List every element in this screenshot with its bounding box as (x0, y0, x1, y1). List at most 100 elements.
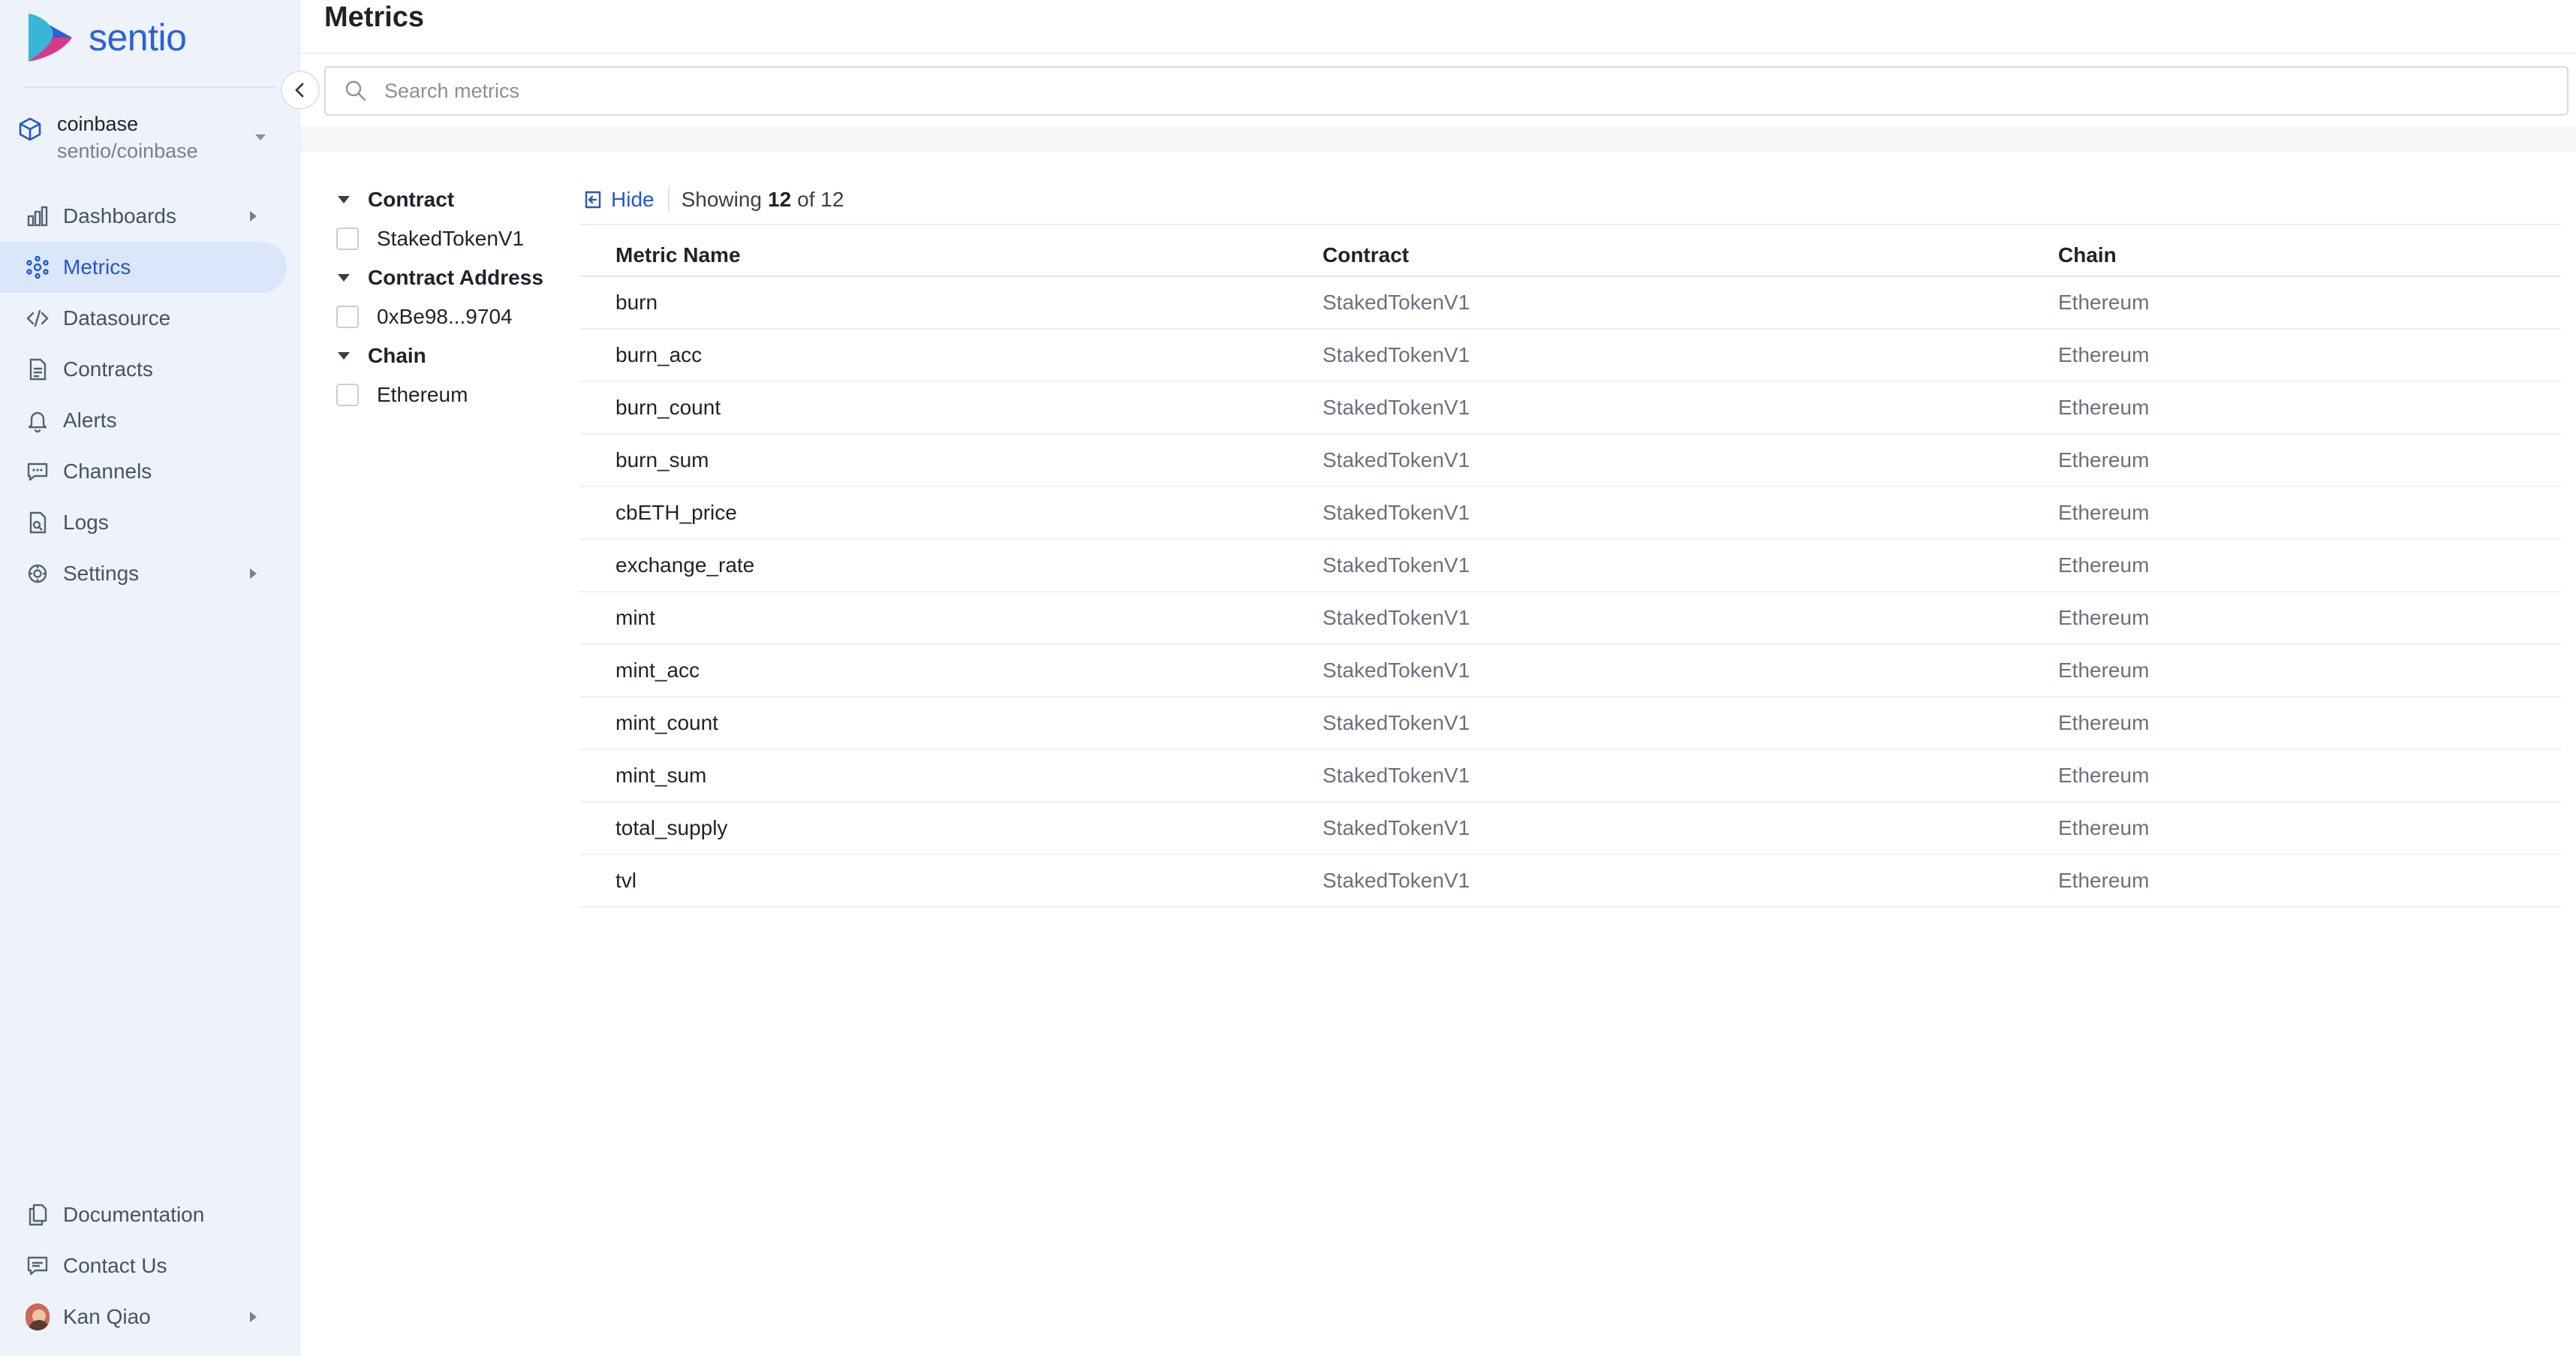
project-selector[interactable]: coinbase sentio/coinbase (17, 110, 267, 167)
checkbox[interactable] (336, 228, 359, 250)
results-count: Showing 12 of 12 (682, 188, 844, 212)
sidebar-item-channels[interactable]: Channels (0, 446, 300, 497)
showing-prefix: Showing (681, 188, 762, 211)
sidebar-item-label: Alerts (63, 408, 117, 432)
metric-name-cell: mint (579, 592, 1323, 645)
sidebar-item-contact-us[interactable]: Contact Us (0, 1240, 300, 1291)
results-toolbar: Hide Showing 12 of 12 (579, 177, 2576, 222)
message-icon (26, 1254, 50, 1278)
facet-header-contract[interactable]: Contract (336, 180, 561, 219)
contract-cell: StakedTokenV1 (1323, 644, 2058, 698)
page-title: Metrics (324, 2, 425, 33)
table-row[interactable]: exchange_rate StakedTokenV1 Ethereum (579, 539, 2561, 592)
metric-name-cell: burn (579, 276, 1323, 330)
table-row[interactable]: burn_acc StakedTokenV1 Ethereum (579, 329, 2561, 382)
caret-down-icon (338, 196, 350, 203)
sidebar-item-contracts[interactable]: Contracts (0, 344, 300, 395)
metric-name-cell: burn_sum (579, 434, 1323, 487)
sidebar: sentio coinbase sentio/coinbase Dashboar… (0, 0, 300, 1356)
bar-chart-icon (26, 204, 50, 228)
sidebar-nav: Dashboards Metrics Datasource Contracts … (0, 191, 300, 599)
caret-down-icon (338, 352, 350, 360)
sidebar-item-logs[interactable]: Logs (0, 497, 300, 548)
sentio-logo-icon (29, 14, 72, 62)
sidebar-item-documentation[interactable]: Documentation (0, 1189, 300, 1240)
chain-cell: Ethereum (2058, 697, 2561, 750)
chat-bubble-icon (26, 460, 50, 484)
metric-name-cell: cbETH_price (579, 487, 1323, 540)
gear-icon (26, 562, 50, 586)
search-input[interactable] (384, 79, 2486, 103)
facet-option-label: StakedTokenV1 (377, 227, 525, 250)
contract-cell: StakedTokenV1 (1323, 539, 2058, 592)
collapse-sidebar-button[interactable] (281, 71, 320, 110)
facet-header-contract-address[interactable]: Contract Address (336, 258, 561, 297)
table-row[interactable]: burn StakedTokenV1 Ethereum (579, 276, 2561, 330)
facet-title: Contract Address (368, 266, 543, 289)
table-row[interactable]: burn_count StakedTokenV1 Ethereum (579, 381, 2561, 435)
total-count: of 12 (797, 188, 844, 211)
column-header-contract[interactable]: Contract (1323, 234, 2058, 277)
table-row[interactable]: cbETH_price StakedTokenV1 Ethereum (579, 487, 2561, 540)
contract-cell: StakedTokenV1 (1323, 329, 2058, 382)
metric-name-cell: mint_count (579, 697, 1323, 750)
sidebar-item-metrics[interactable]: Metrics (0, 242, 287, 293)
metric-name-cell: mint_acc (579, 644, 1323, 698)
cube-icon (19, 117, 41, 141)
metric-name-cell: tvl (579, 854, 1323, 908)
sidebar-item-settings[interactable]: Settings (0, 548, 300, 599)
sidebar-item-dashboards[interactable]: Dashboards (0, 191, 300, 242)
chain-cell: Ethereum (2058, 592, 2561, 645)
chain-cell: Ethereum (2058, 329, 2561, 382)
column-header-chain[interactable]: Chain (2058, 234, 2561, 277)
sidebar-item-alerts[interactable]: Alerts (0, 395, 300, 446)
chain-cell: Ethereum (2058, 854, 2561, 908)
chain-cell: Ethereum (2058, 487, 2561, 540)
contract-cell: StakedTokenV1 (1323, 434, 2058, 487)
chain-cell: Ethereum (2058, 434, 2561, 487)
hide-filters-button[interactable]: Hide (579, 186, 670, 213)
panel-hide-icon (585, 191, 601, 209)
metric-name-cell: mint_sum (579, 749, 1323, 803)
metric-name-cell: exchange_rate (579, 539, 1323, 592)
sidebar-item-label: Datasource (63, 306, 171, 330)
column-header-metric-name[interactable]: Metric Name (579, 234, 1323, 277)
table-row[interactable]: total_supply StakedTokenV1 Ethereum (579, 802, 2561, 855)
facet-option-label: Ethereum (377, 383, 468, 406)
facet-option-ethereum[interactable]: Ethereum (336, 375, 561, 414)
checkbox[interactable] (336, 384, 359, 406)
chain-cell: Ethereum (2058, 802, 2561, 855)
brand-logo[interactable]: sentio (23, 8, 187, 68)
facet-option-address[interactable]: 0xBe98...9704 (336, 297, 561, 336)
log-file-icon (26, 511, 50, 535)
chain-cell: Ethereum (2058, 749, 2561, 803)
app-window: sentio coinbase sentio/coinbase Dashboar… (0, 0, 2576, 1356)
caret-down-icon (338, 274, 350, 282)
table-row[interactable]: mint StakedTokenV1 Ethereum (579, 592, 2561, 645)
separator-band (300, 126, 2576, 152)
checkbox[interactable] (336, 306, 359, 328)
table-row[interactable]: burn_sum StakedTokenV1 Ethereum (579, 434, 2561, 487)
metrics-icon (26, 255, 50, 279)
sidebar-item-datasource[interactable]: Datasource (0, 293, 300, 344)
contract-cell: StakedTokenV1 (1323, 697, 2058, 750)
table-row[interactable]: mint_sum StakedTokenV1 Ethereum (579, 749, 2561, 803)
contract-cell: StakedTokenV1 (1323, 592, 2058, 645)
metrics-table: Metric Name Contract Chain burn StakedTok… (579, 234, 2561, 908)
sidebar-item-label: Documentation (63, 1203, 205, 1226)
facet-option-stakedtokenv1[interactable]: StakedTokenV1 (336, 219, 561, 258)
shown-count: 12 (768, 188, 792, 211)
metric-name-cell: total_supply (579, 802, 1323, 855)
contract-cell: StakedTokenV1 (1323, 749, 2058, 803)
sidebar-item-label: Contracts (63, 357, 153, 381)
facet-header-chain[interactable]: Chain (336, 336, 561, 375)
table-row[interactable]: mint_count StakedTokenV1 Ethereum (579, 697, 2561, 750)
sidebar-item-label: Contact Us (63, 1254, 167, 1277)
table-row[interactable]: tvl StakedTokenV1 Ethereum (579, 854, 2561, 908)
bell-icon (26, 408, 50, 432)
chevron-left-icon (295, 83, 304, 98)
table-row[interactable]: mint_acc StakedTokenV1 Ethereum (579, 644, 2561, 698)
user-menu[interactable]: Kan Qiao (0, 1291, 300, 1342)
caret-down-icon (255, 134, 266, 140)
contract-cell: StakedTokenV1 (1323, 802, 2058, 855)
